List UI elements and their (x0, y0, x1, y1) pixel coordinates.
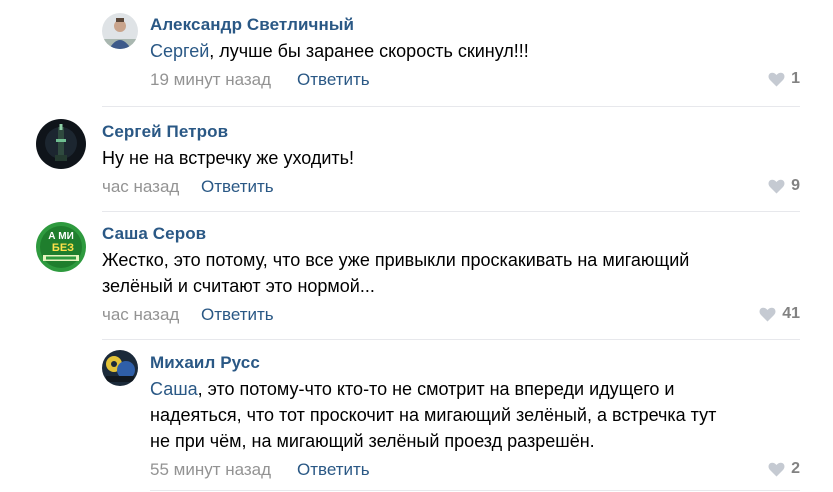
avatar-text-top: А МИ (48, 231, 74, 242)
like-button[interactable]: 2 (768, 460, 800, 478)
comment-text-line: надеяться, что тот проскочит на мигающий… (150, 405, 717, 425)
reply-button[interactable]: Ответить (297, 460, 370, 480)
like-button[interactable]: 1 (768, 70, 800, 88)
comment-text-body: , лучше бы заранее скорость скинул!!! (209, 41, 529, 61)
comment-time[interactable]: 55 минут назад (150, 460, 271, 480)
comment-author[interactable]: Саша Серов (102, 224, 206, 244)
like-count: 1 (791, 70, 800, 87)
comment-text-line: не при чём, на мигающий зелёный проезд р… (150, 431, 595, 451)
comment-author[interactable]: Сергей Петров (102, 122, 228, 142)
comment-time[interactable]: 19 минут назад (150, 70, 271, 90)
like-count: 41 (782, 305, 800, 322)
comment-time[interactable]: час назад (102, 177, 179, 197)
comment-text-line: Жестко, это потому, что все уже привыкли… (102, 250, 690, 270)
separator (150, 490, 800, 491)
comment-author[interactable]: Михаил Русс (150, 353, 260, 373)
comment-author[interactable]: Александр Светличный (150, 15, 354, 35)
mention-link[interactable]: Сергей (150, 41, 209, 61)
avatar[interactable] (102, 350, 138, 386)
avatar[interactable]: А МИ БЕЗ (36, 222, 86, 272)
comment-text: Сергей, лучше бы заранее скорость скинул… (150, 39, 529, 64)
like-count: 2 (791, 460, 800, 477)
reply-button[interactable]: Ответить (201, 177, 274, 197)
separator (102, 106, 800, 107)
comment-time[interactable]: час назад (102, 305, 179, 325)
like-button[interactable]: 41 (759, 305, 800, 323)
like-count: 9 (791, 177, 800, 194)
reply-button[interactable]: Ответить (297, 70, 370, 90)
avatar[interactable] (102, 13, 138, 49)
separator (102, 211, 800, 212)
heart-icon (768, 179, 785, 194)
mention-link[interactable]: Саша (150, 379, 198, 399)
comment-text: Ну не на встречку же уходить! (102, 148, 355, 168)
separator (102, 339, 800, 340)
heart-icon (759, 307, 776, 322)
like-button[interactable]: 9 (768, 177, 800, 195)
comment-text-line: Саша, это потому-что кто-то не смотрит н… (150, 377, 674, 402)
avatar[interactable] (36, 119, 86, 169)
heart-icon (768, 462, 785, 477)
comment-text-body: , это потому-что кто-то не смотрит на вп… (197, 379, 675, 399)
heart-icon (768, 72, 785, 87)
reply-button[interactable]: Ответить (201, 305, 274, 325)
avatar-text-mid: БЕЗ (52, 242, 74, 254)
comment-text-line: зелёный и считают это нормой... (102, 276, 375, 296)
